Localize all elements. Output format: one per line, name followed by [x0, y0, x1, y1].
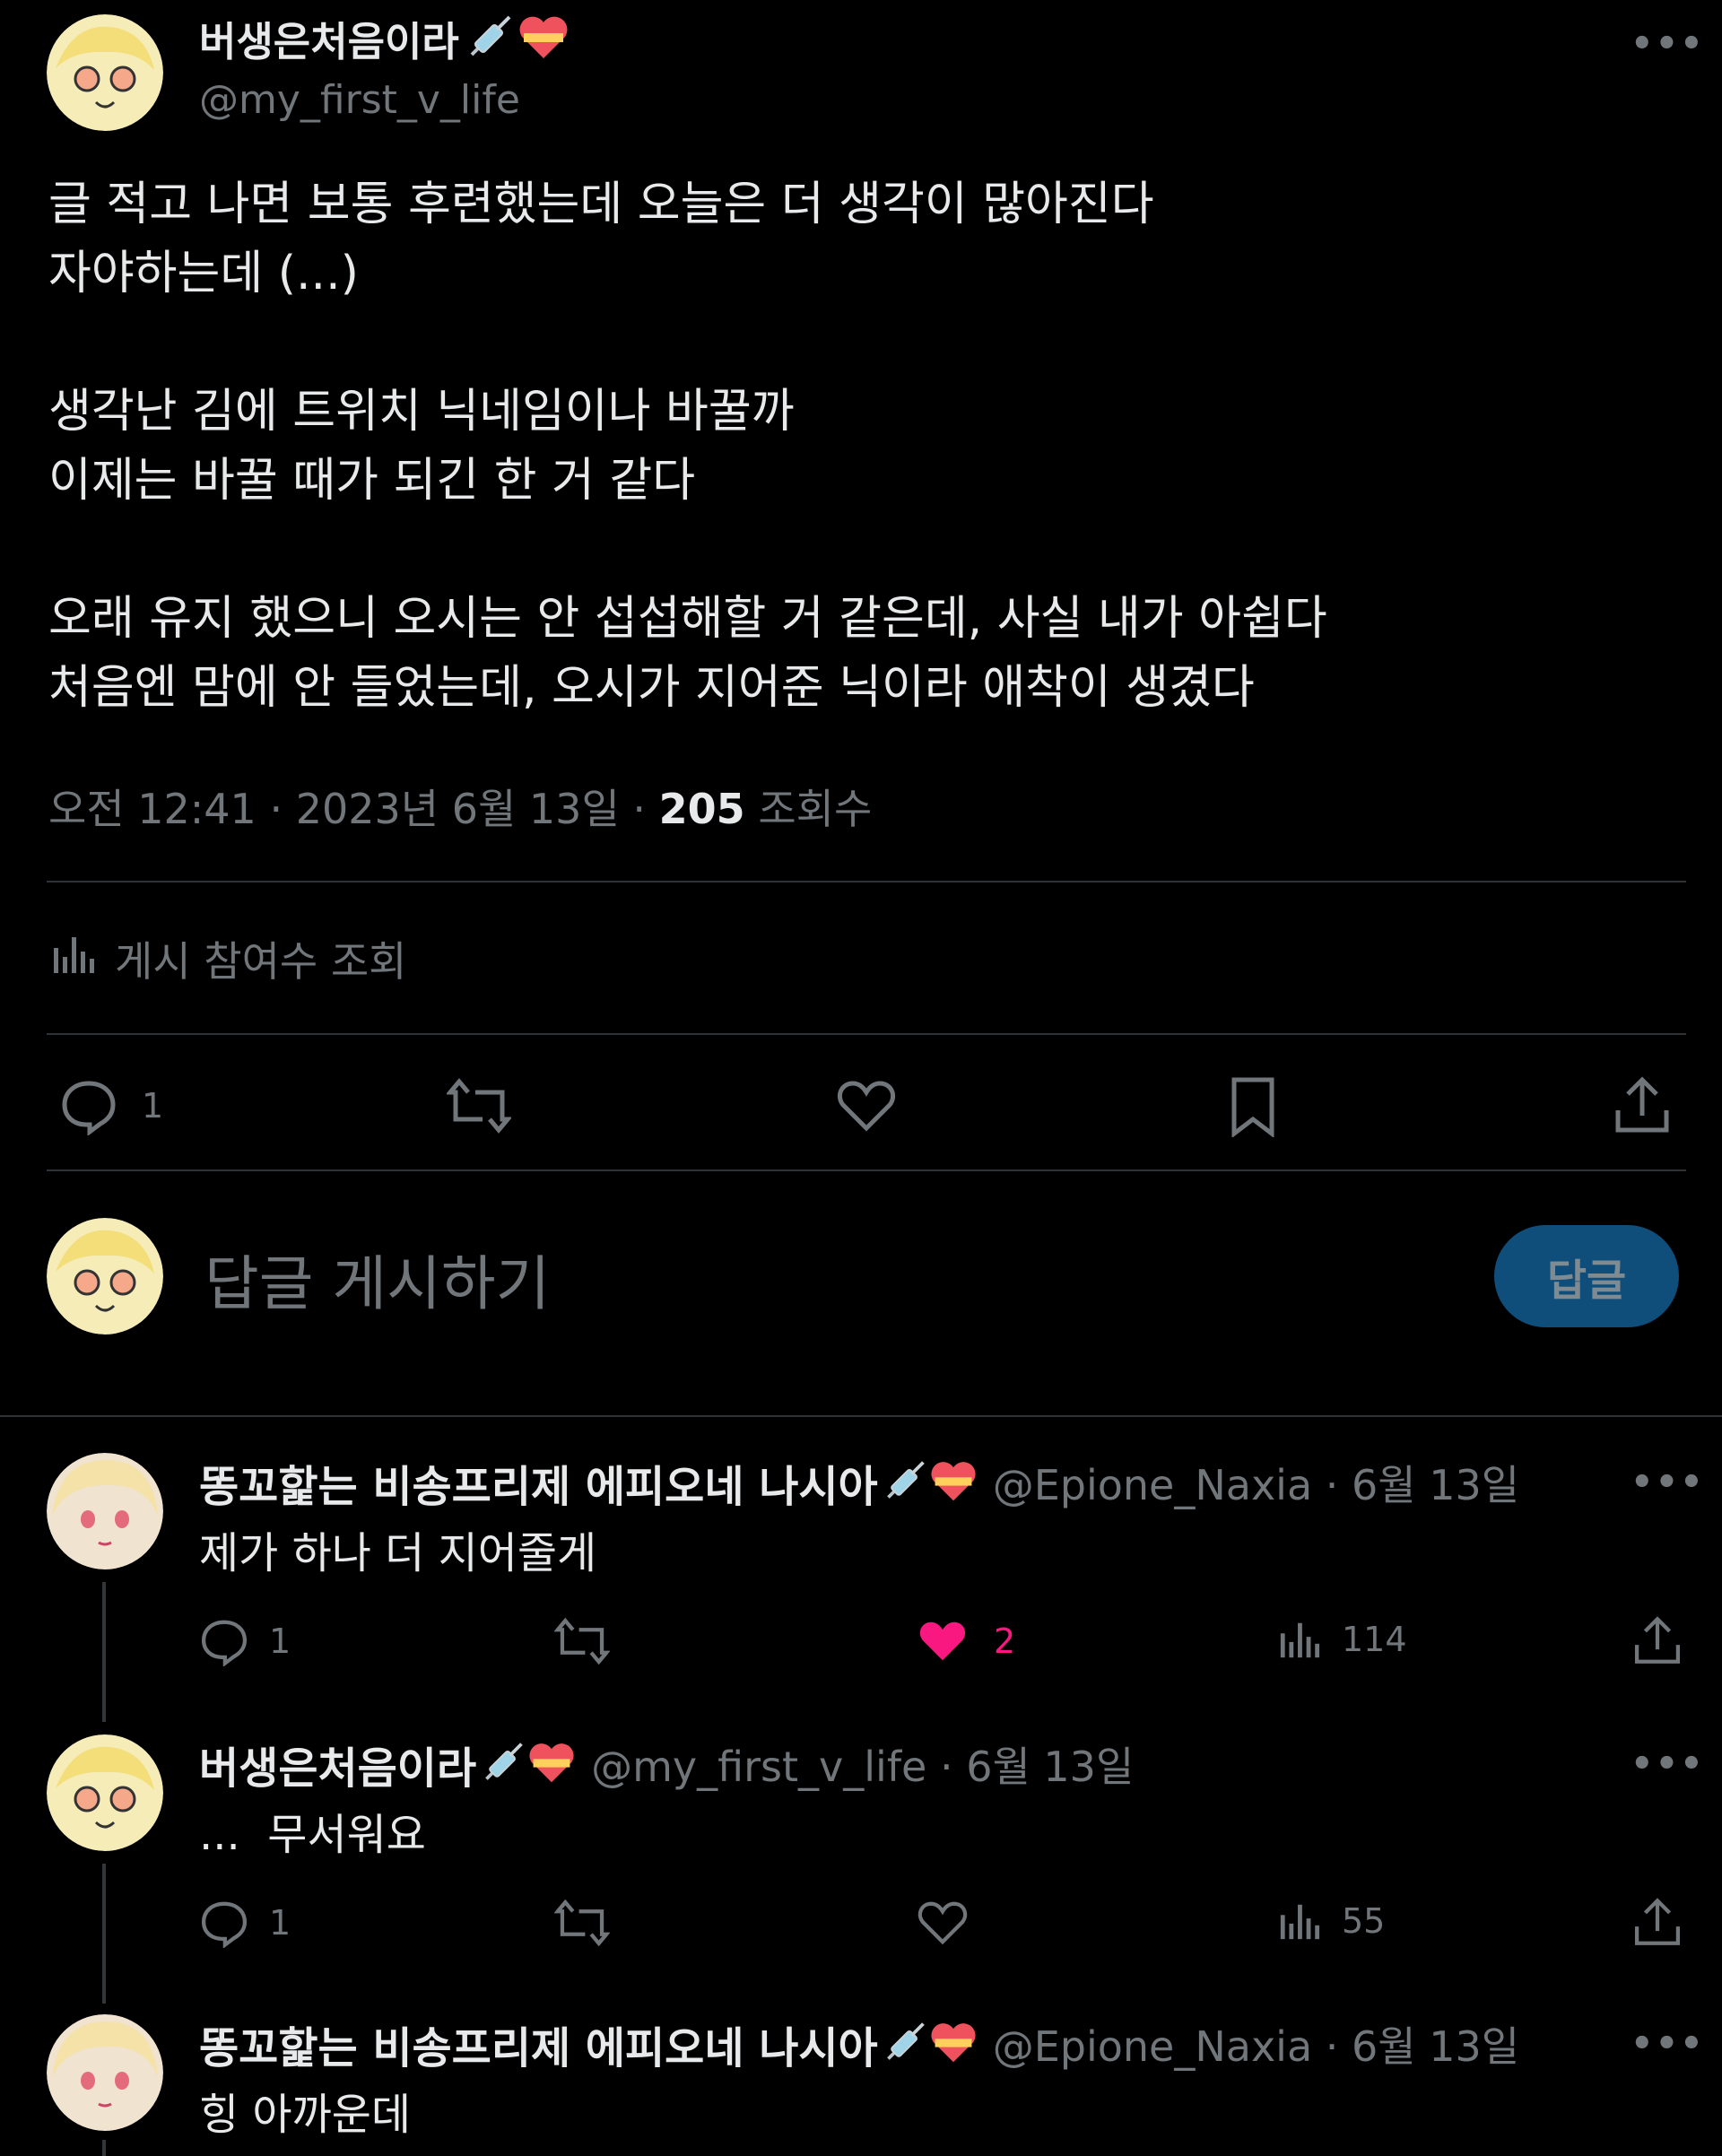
- user-avatar[interactable]: [47, 1218, 163, 1334]
- post-date[interactable]: 2023년 6월 13일: [296, 785, 620, 833]
- reply-submit-button[interactable]: 답글: [1494, 1225, 1679, 1327]
- like-icon: [836, 1076, 897, 1135]
- thread-line: [102, 1582, 106, 1722]
- retweet-icon: [554, 1616, 610, 1666]
- divider: [47, 1169, 1686, 1171]
- bookmark-button[interactable]: [1225, 1076, 1281, 1137]
- reply-avatar[interactable]: [47, 1453, 163, 1569]
- post-line: 오래 유지 했으니 오시는 안 섭섭해할 거 같은데, 사실 내가 아쉽다: [48, 592, 1327, 646]
- like-button[interactable]: [836, 1076, 897, 1135]
- share-icon: [1613, 1074, 1672, 1135]
- reply-icon: [199, 1616, 249, 1666]
- more-icon[interactable]: •••: [1631, 2023, 1705, 2065]
- share-icon: [1632, 1614, 1683, 1666]
- post-line: 자야하는데 (...): [48, 247, 359, 300]
- heart-badge-icon: [517, 12, 570, 65]
- syringe-icon: [465, 12, 515, 65]
- syringe-icon: [480, 1739, 526, 1789]
- like-icon: [917, 1898, 969, 1948]
- reply-date[interactable]: 6월 13일: [966, 1743, 1134, 1791]
- retweet-icon: [447, 1076, 511, 1135]
- post-line: 글 적고 나면 보통 후련했는데 오늘은 더 생각이 많아진다: [48, 178, 1154, 231]
- reply-date[interactable]: 6월 13일: [1352, 1461, 1519, 1509]
- reply-avatar[interactable]: [47, 1734, 163, 1851]
- analytics-icon: [1277, 1898, 1320, 1944]
- heart-badge-icon: [928, 2019, 978, 2069]
- more-icon[interactable]: •••: [1631, 1462, 1705, 1503]
- retweet-button[interactable]: [554, 1898, 610, 1948]
- author-handle[interactable]: @my_first_v_life: [199, 77, 520, 123]
- like-button[interactable]: 2: [917, 1616, 1015, 1666]
- heart-badge-icon: [526, 1739, 577, 1789]
- reply-input[interactable]: 답글 게시하기: [204, 1236, 550, 1322]
- reply-count: 1: [142, 1086, 164, 1126]
- views-label: 조회수: [758, 785, 873, 833]
- reply-button[interactable]: 1: [199, 1616, 291, 1666]
- retweet-icon: [554, 1898, 610, 1948]
- thread-line: [102, 1864, 106, 2004]
- reply-author-name[interactable]: 똥꼬핥는 비송프리제 에피오네 나시아: [199, 2013, 878, 2075]
- reply-author-name[interactable]: 버생은처음이라: [199, 1733, 476, 1795]
- like-icon: [917, 1616, 969, 1666]
- engagements-label: 게시 참여수 조회: [115, 937, 407, 986]
- author-avatar[interactable]: [47, 14, 163, 131]
- reply-author-name[interactable]: 똥꼬핥는 비송프리제 에피오네 나시아: [199, 1451, 878, 1514]
- bookmark-icon: [1225, 1076, 1281, 1137]
- share-icon: [1632, 1896, 1683, 1948]
- analytics-button[interactable]: 114: [1277, 1616, 1407, 1663]
- share-button[interactable]: [1632, 1614, 1683, 1666]
- syringe-icon: [882, 2019, 928, 2069]
- post-line: 이제는 바꿀 때가 되긴 한 거 같다: [48, 454, 696, 508]
- post-line: 처음엔 맘에 안 들었는데, 오시가 지어준 닉이라 애착이 생겼다: [48, 661, 1255, 715]
- like-button[interactable]: [917, 1898, 969, 1948]
- reply-submit-label: 답글: [1546, 1256, 1627, 1306]
- analytics-button[interactable]: 55: [1277, 1898, 1385, 1944]
- reply-handle[interactable]: @Epione_Naxia: [993, 1461, 1312, 1509]
- retweet-button[interactable]: [554, 1616, 610, 1666]
- views-count: 205: [658, 785, 745, 833]
- reply-button[interactable]: 1: [199, 1898, 291, 1948]
- reply-handle[interactable]: @my_first_v_life: [591, 1743, 926, 1791]
- reply-avatar[interactable]: [47, 2014, 163, 2131]
- post-timestamp: 오전 12:41 · 2023년 6월 13일 · 205 조회수: [48, 785, 873, 833]
- analytics-icon: [50, 932, 95, 987]
- more-icon[interactable]: •••: [1631, 23, 1705, 65]
- reply-text: ... 무서워요: [199, 1810, 426, 1860]
- view-count: 55: [1342, 1901, 1386, 1941]
- reply-handle[interactable]: @Epione_Naxia: [993, 2022, 1312, 2071]
- retweet-button[interactable]: [447, 1076, 511, 1135]
- divider: [47, 1033, 1686, 1035]
- reply-count: 1: [269, 1621, 291, 1661]
- section-divider: [0, 1415, 1722, 1417]
- like-count: 2: [994, 1621, 1016, 1661]
- post-line: 생각난 김에 트위치 닉네임이나 바꿀까: [48, 385, 795, 439]
- reply-icon: [59, 1076, 118, 1135]
- view-count: 114: [1342, 1620, 1407, 1659]
- divider: [47, 881, 1686, 882]
- share-button[interactable]: [1632, 1896, 1683, 1948]
- reply-date[interactable]: 6월 13일: [1352, 2022, 1519, 2071]
- reply-count: 1: [269, 1903, 291, 1943]
- syringe-icon: [882, 1457, 928, 1508]
- post-time[interactable]: 오전 12:41: [48, 785, 257, 833]
- reply-text: 제가 하나 더 지어줄게: [199, 1528, 597, 1578]
- reply-button[interactable]: 1: [59, 1076, 163, 1135]
- heart-badge-icon: [928, 1457, 978, 1508]
- more-icon[interactable]: •••: [1631, 1743, 1705, 1785]
- thread-line: [102, 2140, 106, 2156]
- author-name[interactable]: 버생은처음이라: [199, 9, 459, 67]
- share-button[interactable]: [1613, 1074, 1672, 1135]
- post-engagements-link[interactable]: 게시 참여수 조회: [50, 929, 406, 988]
- reply-icon: [199, 1898, 249, 1948]
- post-text: 글 적고 나면 보통 후련했는데 오늘은 더 생각이 많아진다 자야하는데 (.…: [48, 170, 1327, 723]
- analytics-icon: [1277, 1616, 1320, 1663]
- reply-text: 힝 아까운데: [199, 2090, 412, 2140]
